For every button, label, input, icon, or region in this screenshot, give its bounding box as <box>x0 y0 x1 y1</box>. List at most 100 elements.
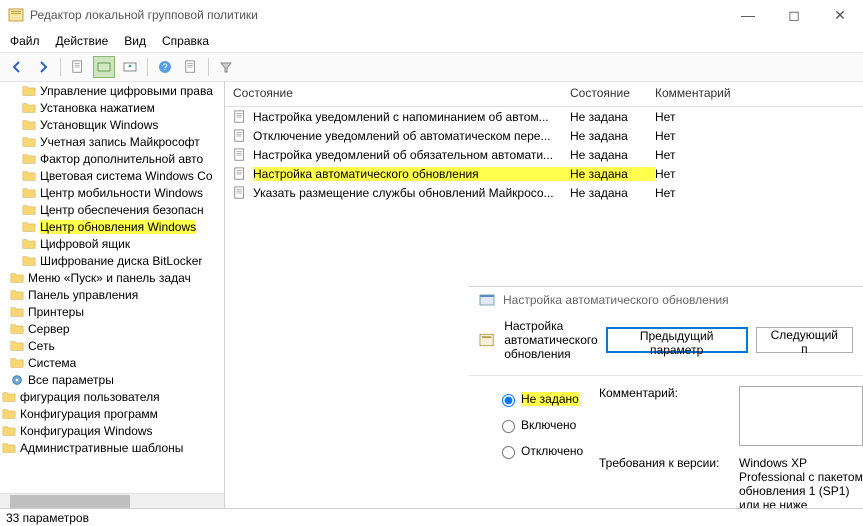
cell-comment: Нет <box>655 129 675 143</box>
tree-item[interactable]: Шифрование диска BitLocker <box>0 252 224 269</box>
tree-item-label: Центр обновления Windows <box>40 220 196 234</box>
cell-state: Не задана <box>570 186 655 200</box>
col-header-state[interactable]: Состояние <box>570 86 655 100</box>
list-header: Состояние Состояние Комментарий <box>225 82 863 107</box>
menubar: Файл Действие Вид Справка <box>0 30 863 52</box>
folder-icon <box>10 339 24 353</box>
svg-text:?: ? <box>162 62 167 72</box>
tree-item[interactable]: Центр мобильности Windows <box>0 184 224 201</box>
tree-item-label: Панель управления <box>28 288 138 302</box>
folder-icon <box>10 288 24 302</box>
col-header-comment[interactable]: Комментарий <box>655 86 731 100</box>
next-param-button[interactable]: Следующий п <box>756 327 853 353</box>
comment-textbox[interactable] <box>739 386 863 446</box>
tree-item[interactable]: Система <box>0 354 224 371</box>
tool-icon-2[interactable] <box>93 56 115 78</box>
cell-state: Не задана <box>570 167 655 181</box>
folder-icon <box>2 390 16 404</box>
col-header-name[interactable]: Состояние <box>233 86 570 100</box>
radio-not-set[interactable]: Не задано <box>497 386 599 412</box>
prev-param-button[interactable]: Предыдущий параметр <box>606 327 748 353</box>
tree-item[interactable]: Центр обеспечения безопасн <box>0 201 224 218</box>
policy-dialog: Настройка автоматического обновления Нас… <box>469 286 863 490</box>
tree-item[interactable]: Цифровой ящик <box>0 235 224 252</box>
radio-enabled[interactable]: Включено <box>497 412 599 438</box>
tree-item[interactable]: Меню «Пуск» и панель задач <box>0 269 224 286</box>
tree-item-label: Центр мобильности Windows <box>40 186 203 200</box>
tree-item[interactable]: Панель управления <box>0 286 224 303</box>
folder-icon <box>10 305 24 319</box>
tree-item-label: Установщик Windows <box>40 118 158 132</box>
tree-item[interactable]: фигурация пользователя <box>0 388 224 405</box>
tree-item[interactable]: Установщик Windows <box>0 116 224 133</box>
tree-item[interactable]: Принтеры <box>0 303 224 320</box>
cell-state: Не задана <box>570 110 655 124</box>
forward-button[interactable] <box>32 56 54 78</box>
menu-view[interactable]: Вид <box>124 34 146 48</box>
close-button[interactable]: ✕ <box>817 0 863 30</box>
tree-hscroll[interactable] <box>0 493 224 508</box>
tool-icon-5[interactable] <box>180 56 202 78</box>
minimize-button[interactable]: — <box>725 0 771 30</box>
list-row[interactable]: Отключение уведомлений об автоматическом… <box>225 126 863 145</box>
folder-icon <box>22 84 36 98</box>
folder-icon <box>22 237 36 251</box>
cell-comment: Нет <box>655 186 675 200</box>
folder-icon <box>2 441 16 455</box>
policy-icon <box>233 167 247 181</box>
tree-item[interactable]: Сервер <box>0 320 224 337</box>
cell-comment: Нет <box>655 167 675 181</box>
tree-item[interactable]: Сеть <box>0 337 224 354</box>
policy-icon <box>233 129 247 143</box>
tree-item-label: Система <box>28 356 76 370</box>
back-button[interactable] <box>6 56 28 78</box>
tree-item-label: Цветовая система Windows Co <box>40 169 213 183</box>
radio-disabled[interactable]: Отключено <box>497 438 599 464</box>
tree-item[interactable]: Все параметры <box>0 371 224 388</box>
tool-icon-1[interactable] <box>67 56 89 78</box>
policy-icon <box>233 148 247 162</box>
tool-icon-3[interactable] <box>119 56 141 78</box>
menu-action[interactable]: Действие <box>56 34 109 48</box>
tree-item-label: Конфигурация программ <box>20 407 158 421</box>
cell-name: Настройка автоматического обновления <box>253 167 570 181</box>
tree-item-label: Фактор дополнительной авто <box>40 152 203 166</box>
cell-comment: Нет <box>655 110 675 124</box>
tree-item[interactable]: Конфигурация программ <box>0 405 224 422</box>
folder-icon <box>22 186 36 200</box>
tree-item[interactable]: Управление цифровыми права <box>0 82 224 99</box>
list-row[interactable]: Настройка автоматического обновленияНе з… <box>225 164 863 183</box>
folder-icon <box>10 271 24 285</box>
cell-name: Отключение уведомлений об автоматическом… <box>253 129 570 143</box>
tree-item[interactable]: Центр обновления Windows <box>0 218 224 235</box>
requirements-label: Требования к версии: <box>599 456 739 508</box>
tree-item[interactable]: Конфигурация Windows <box>0 422 224 439</box>
folder-icon <box>22 220 36 234</box>
dialog-wintitle: Настройка автоматического обновления <box>503 293 729 307</box>
filter-icon[interactable] <box>215 56 237 78</box>
tree-item[interactable]: Административные шаблоны <box>0 439 224 456</box>
tree-item[interactable]: Фактор дополнительной авто <box>0 150 224 167</box>
menu-help[interactable]: Справка <box>162 34 209 48</box>
tree-item[interactable]: Цветовая система Windows Co <box>0 167 224 184</box>
tree-item-label: фигурация пользователя <box>20 390 160 404</box>
list-row[interactable]: Настройка уведомлений об обязательном ав… <box>225 145 863 164</box>
tree-item-label: Все параметры <box>28 373 114 387</box>
folder-icon <box>22 101 36 115</box>
cell-state: Не задана <box>570 129 655 143</box>
status-count: 33 параметров <box>6 511 89 525</box>
statusbar: 33 параметров <box>0 508 863 526</box>
list-row[interactable]: Указать размещение службы обновлений Май… <box>225 183 863 202</box>
list-row[interactable]: Настройка уведомлений с напоминанием об … <box>225 107 863 126</box>
tree-item-label: Цифровой ящик <box>40 237 130 251</box>
menu-file[interactable]: Файл <box>10 34 40 48</box>
folder-icon <box>22 169 36 183</box>
tree-item[interactable]: Учетная запись Майкрософт <box>0 133 224 150</box>
comment-label: Комментарий: <box>599 386 739 446</box>
folder-icon <box>2 407 16 421</box>
dialog-title-icon <box>479 292 495 308</box>
tree-item[interactable]: Установка нажатием <box>0 99 224 116</box>
tree-pane: Управление цифровыми праваУстановка нажа… <box>0 82 225 508</box>
help-icon[interactable]: ? <box>154 56 176 78</box>
maximize-button[interactable]: ◻ <box>771 0 817 30</box>
